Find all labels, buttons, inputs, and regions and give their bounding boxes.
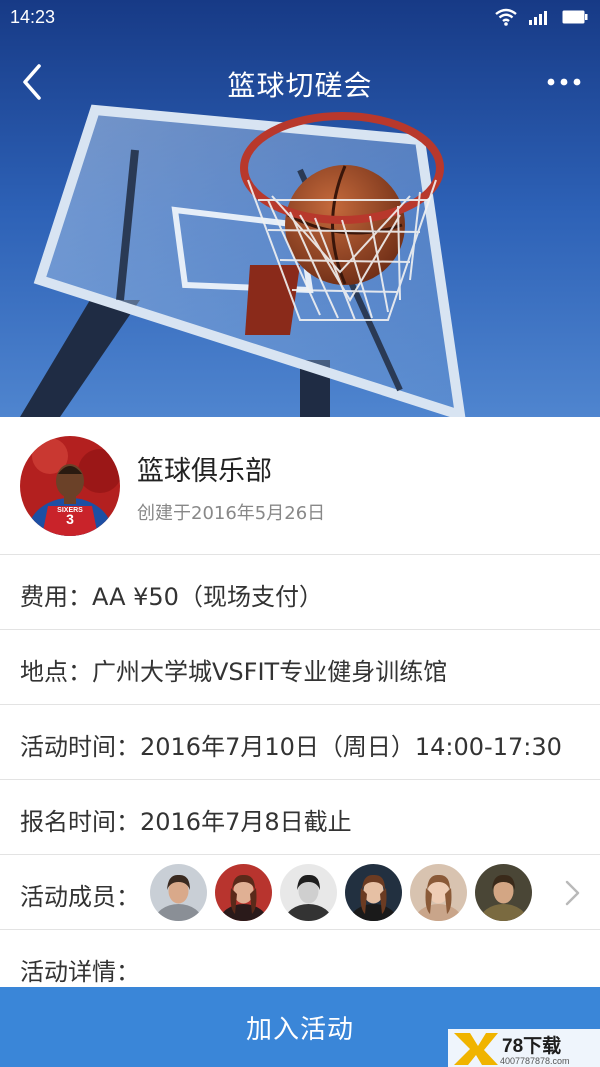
signal-icon	[529, 11, 547, 25]
more-button[interactable]	[542, 62, 586, 102]
member-photo	[150, 864, 207, 921]
members-label: 活动成员：	[20, 883, 140, 911]
nav-bar: 篮球切磋会	[0, 50, 600, 112]
details-section: 活动详情：	[0, 930, 600, 990]
member-photo	[410, 864, 467, 921]
status-icons	[494, 8, 588, 26]
location-row[interactable]: 地点：广州大学城VSFIT专业健身训练馆	[0, 630, 600, 705]
club-avatar[interactable]: 3 SIXERS	[20, 436, 120, 536]
member-photo	[280, 864, 337, 921]
jersey-text: SIXERS	[57, 507, 83, 514]
member-photo	[215, 864, 272, 921]
watermark-domain: 4007787878.com	[500, 1056, 570, 1066]
member-photo	[475, 864, 532, 921]
club-header[interactable]: 3 SIXERS 篮球俱乐部 创建于2016年5月26日	[0, 417, 600, 555]
club-name: 篮球俱乐部	[137, 456, 272, 487]
details-label: 活动详情：	[20, 958, 140, 986]
signup-time-text: 报名时间：2016年7月8日截止	[20, 808, 352, 836]
member-avatar[interactable]	[410, 864, 467, 921]
fee-text: 费用：AA ¥50（现场支付）	[20, 583, 323, 611]
member-photo	[345, 864, 402, 921]
member-avatar[interactable]	[475, 864, 532, 921]
status-bar: 14:23	[0, 0, 600, 36]
wifi-icon	[495, 8, 517, 26]
event-time-row: 活动时间：2016年7月10日（周日）14:00-17:30	[0, 705, 600, 780]
member-avatar[interactable]	[345, 864, 402, 921]
chevron-right-icon[interactable]	[562, 879, 582, 907]
watermark-brand: 78下载	[502, 1034, 561, 1057]
hero-banner: 14:23 篮球切磋会	[0, 0, 600, 417]
event-time-text: 活动时间：2016年7月10日（周日）14:00-17:30	[20, 733, 562, 761]
member-avatar[interactable]	[150, 864, 207, 921]
status-time: 14:23	[10, 7, 56, 27]
member-avatar[interactable]	[280, 864, 337, 921]
member-avatar-list	[150, 864, 532, 921]
club-created-date: 创建于2016年5月26日	[137, 503, 326, 524]
fee-row: 费用：AA ¥50（现场支付）	[0, 555, 600, 630]
location-text: 地点：广州大学城VSFIT专业健身训练馆	[20, 658, 448, 686]
page-title: 篮球切磋会	[227, 69, 373, 102]
members-row[interactable]: 活动成员：	[0, 855, 600, 930]
battery-icon	[562, 10, 588, 24]
watermark-logo: 78下载 4007787878.com	[448, 1029, 600, 1067]
member-avatar[interactable]	[215, 864, 272, 921]
more-dots-icon	[547, 78, 581, 86]
player-avatar-image: 3 SIXERS	[20, 436, 120, 536]
signup-time-row: 报名时间：2016年7月8日截止	[0, 780, 600, 855]
